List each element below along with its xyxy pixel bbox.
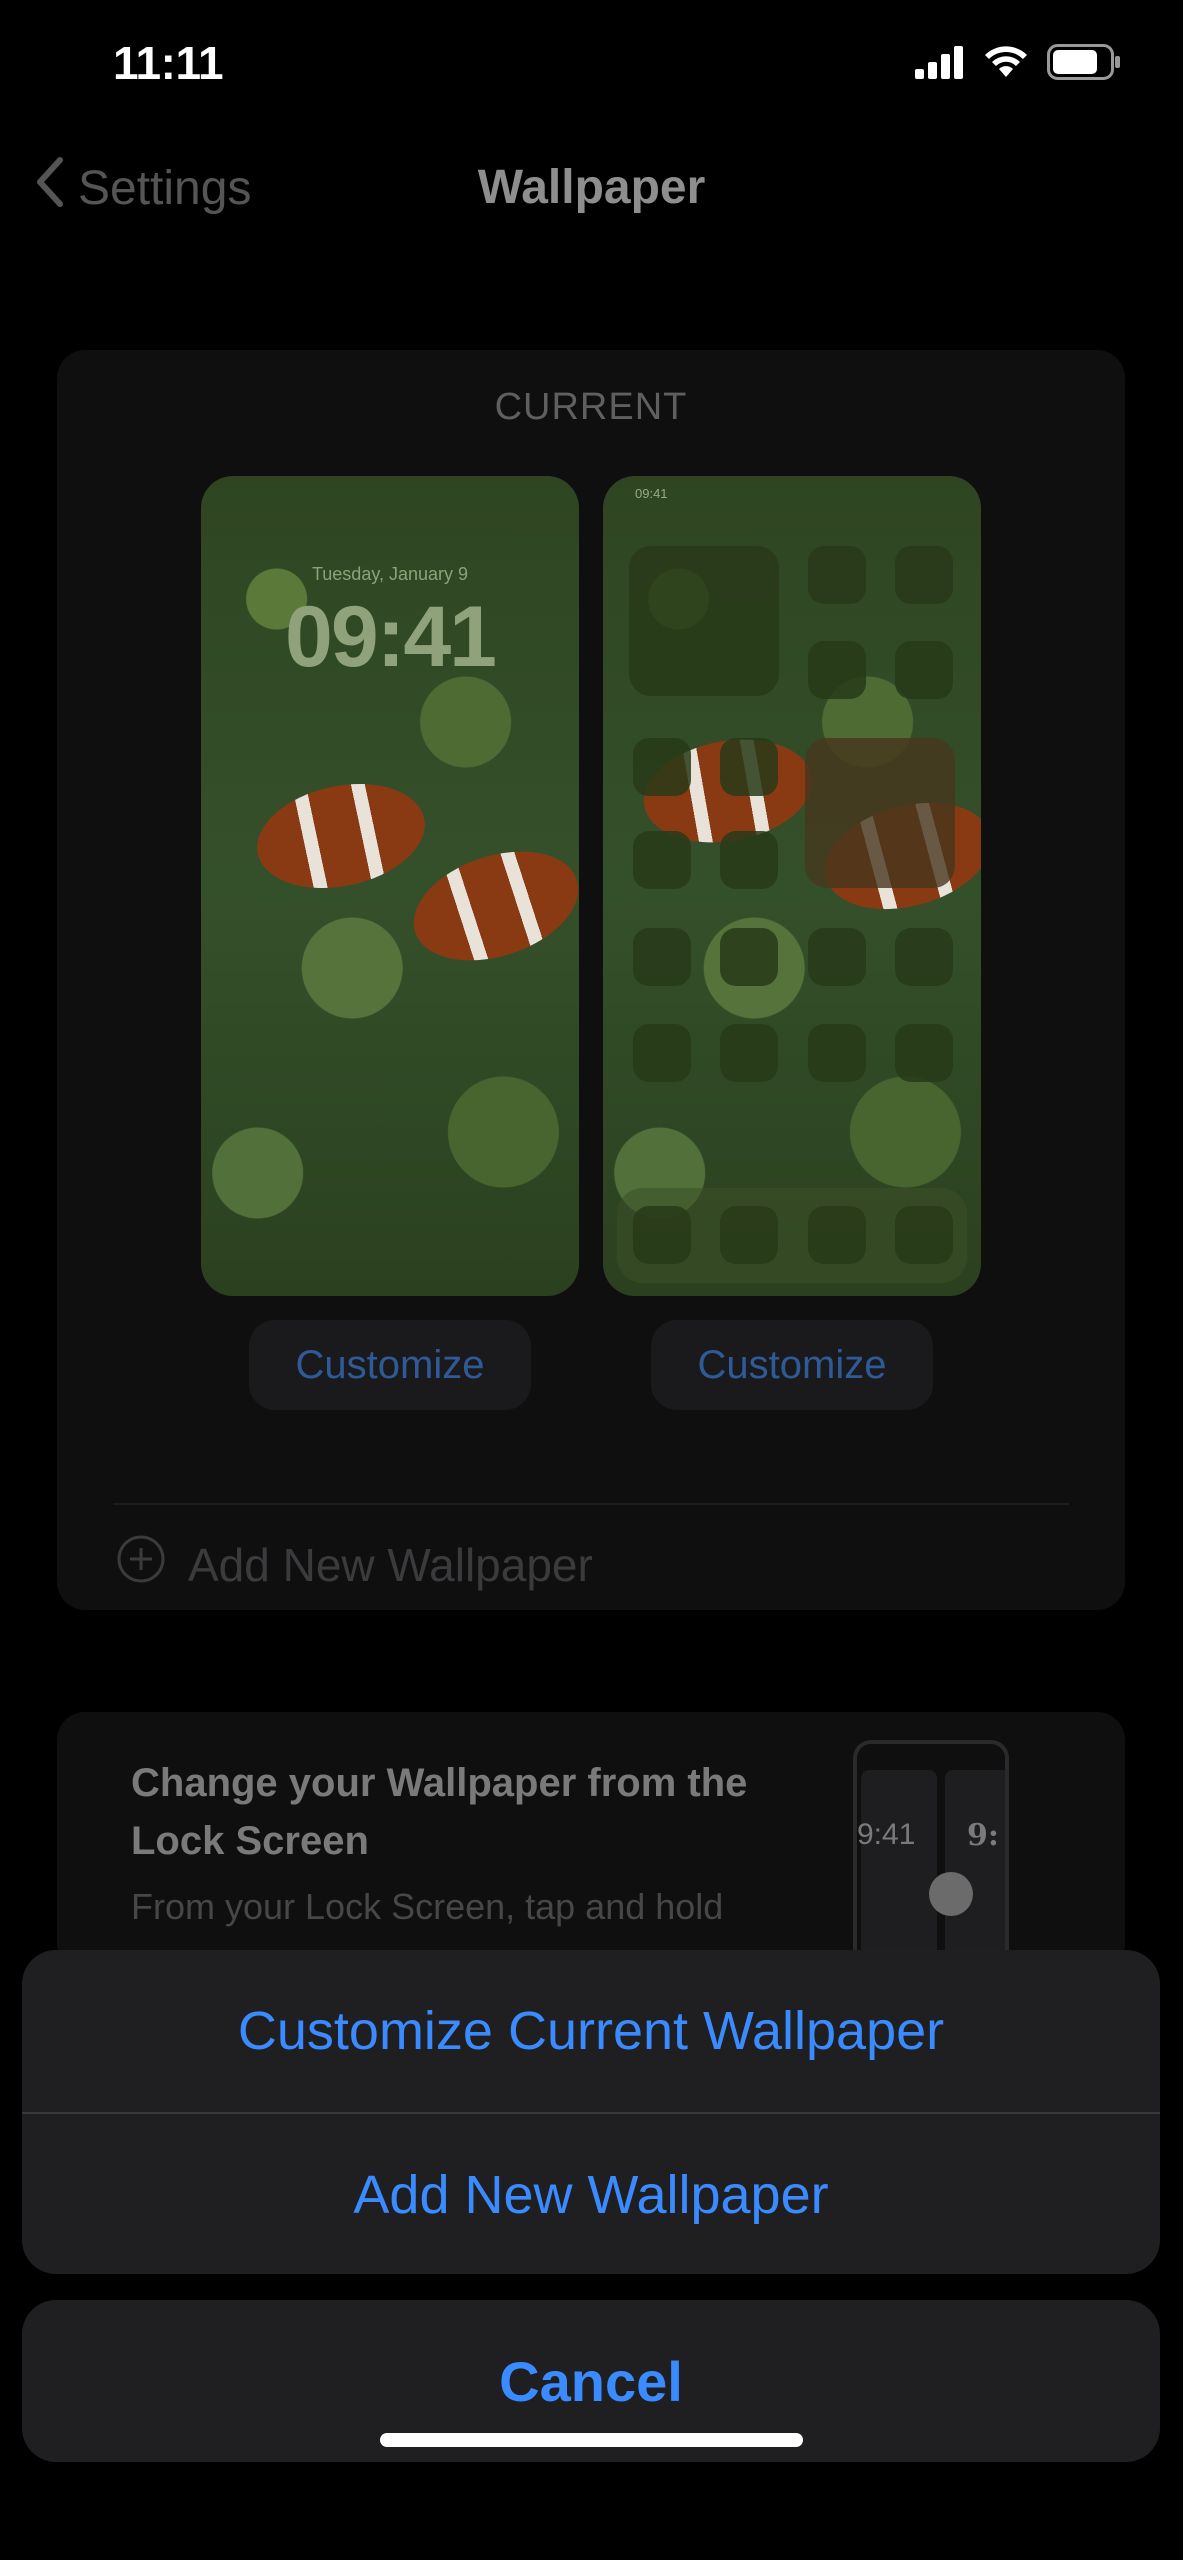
illustration-time-b: 9: [967,1818,999,1853]
dock-app-icon [895,1206,953,1264]
wifi-icon [983,45,1029,84]
illustration-time-a: 9:41 [857,1818,916,1851]
home-indicator[interactable] [380,2433,803,2447]
customize-lock-button[interactable]: Customize [249,1320,531,1410]
app-icon [808,641,866,699]
tip-title: Change your Wallpaper from the Lock Scre… [131,1761,748,1863]
app-icon [720,1024,778,1082]
app-icon [808,1024,866,1082]
add-new-wallpaper-row[interactable]: Add New Wallpaper [116,1534,593,1595]
battery-icon [1047,43,1123,85]
home-status-time: 09:41 [635,486,668,501]
app-icon [895,928,953,986]
status-icons [915,43,1123,85]
lock-screen-preview[interactable]: Tuesday, January 9 09:41 [201,476,579,1296]
home-screen-preview[interactable]: 09:41 [603,476,981,1296]
page-title: Wallpaper [477,161,706,214]
dock-app-icon [808,1206,866,1264]
lock-date: Tuesday, January 9 [311,564,469,584]
app-icon [720,831,778,889]
current-label: CURRENT [494,386,688,428]
clownfish-image [247,769,435,903]
app-icon [895,641,953,699]
lock-time: 09:41 [285,589,497,685]
add-new-wallpaper-label: Add New Wallpaper [188,1538,593,1591]
app-icon [633,831,691,889]
app-icon [633,1024,691,1082]
app-icon [633,928,691,986]
lock-screen-illustration: 9:41 9: [853,1740,1009,1984]
app-icon [633,738,691,796]
add-new-wallpaper-option[interactable]: Add New Wallpaper [22,2114,1160,2274]
status-time: 11:11 [113,37,224,89]
widget-placeholder [629,546,779,696]
customize-home-button[interactable]: Customize [651,1320,933,1410]
dock-app-icon [633,1206,691,1264]
tip-body: From your Lock Screen, tap and hold [131,1886,724,1927]
app-icon [720,738,778,796]
cellular-signal-icon [915,45,965,84]
plus-circle-icon [116,1534,166,1595]
app-icon [895,546,953,604]
touch-indicator [929,1872,973,1916]
app-icon [895,1024,953,1082]
dock-app-icon [720,1206,778,1264]
action-sheet: Customize Current Wallpaper Add New Wall… [22,1950,1160,2274]
app-icon [720,928,778,986]
divider [113,1503,1069,1505]
customize-current-wallpaper-option[interactable]: Customize Current Wallpaper [22,1950,1160,2112]
app-icon [808,546,866,604]
clownfish-image [399,832,579,980]
widget-placeholder [805,738,955,888]
app-icon [808,928,866,986]
